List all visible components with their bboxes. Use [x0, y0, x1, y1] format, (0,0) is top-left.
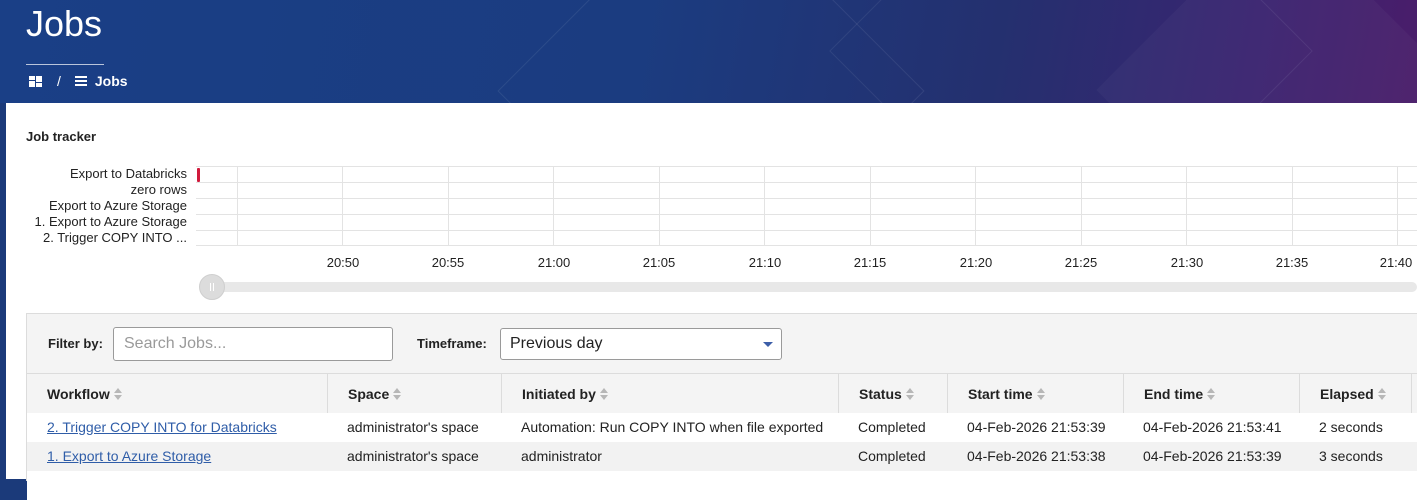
page-header: Jobs / Jobs: [0, 0, 1417, 103]
tracker-row-label: Export to Azure Storage: [48, 198, 187, 213]
column-header-status[interactable]: Status: [838, 374, 947, 414]
job-tracker-grid: [196, 166, 1417, 246]
sort-icon: [905, 387, 915, 401]
column-header-label: Initiated by: [522, 386, 596, 402]
column-header-workflow[interactable]: Workflow: [27, 374, 327, 414]
jobs-panel: Filter by: Timeframe: Previous day Workf…: [26, 313, 1417, 500]
start-time-cell: 04-Feb-2026 21:53:39: [967, 419, 1106, 435]
table-row[interactable]: 2. Trigger COPY INTO for Databricks admi…: [27, 413, 1417, 442]
sort-icon: [1036, 387, 1046, 401]
space-cell: administrator's space: [347, 419, 479, 435]
column-header-label: Elapsed: [1320, 386, 1374, 402]
workflow-link[interactable]: 2. Trigger COPY INTO for Databricks: [47, 419, 277, 435]
title-underline: [26, 64, 104, 65]
workflow-cell[interactable]: 1. Export to Azure Storage: [47, 442, 211, 471]
time-tick: 21:10: [748, 255, 782, 270]
table-row[interactable]: 1. Export to Azure Storage administrator…: [27, 442, 1417, 471]
column-header-end-time[interactable]: End time: [1123, 374, 1299, 414]
column-header-label: Status: [859, 386, 902, 402]
timeframe-label: Timeframe:: [417, 336, 487, 351]
space-cell: administrator's space: [347, 448, 479, 464]
table-row: [27, 471, 1417, 500]
time-tick: 21:00: [537, 255, 571, 270]
workflow-cell[interactable]: 2. Trigger COPY INTO for Databricks: [47, 413, 277, 442]
sort-icon: [1207, 387, 1216, 401]
chevron-down-icon: [763, 342, 773, 347]
start-time-cell: 04-Feb-2026 21:53:38: [967, 448, 1106, 464]
timeline-slider-track[interactable]: [202, 282, 1417, 292]
time-tick: 21:35: [1275, 255, 1309, 270]
time-tick: 21:05: [642, 255, 676, 270]
breadcrumb-separator: /: [57, 73, 61, 89]
time-tick: 20:50: [326, 255, 360, 270]
end-time-cell: 04-Feb-2026 21:53:39: [1143, 448, 1282, 464]
initiated-by-cell: Automation: Run COPY INTO when file expo…: [521, 419, 824, 435]
breadcrumb: / Jobs: [29, 73, 128, 89]
elapsed-cell: 3 seconds: [1319, 448, 1383, 464]
table-header: Workflow Space Initiated by Status Start…: [27, 373, 1417, 414]
search-jobs-input[interactable]: [113, 327, 393, 361]
timeframe-selected-value: Previous day: [510, 335, 603, 352]
breadcrumb-current: Jobs: [94, 73, 128, 89]
filter-label: Filter by:: [48, 336, 103, 351]
tracker-row-label: 1. Export to Azure Storage: [34, 214, 187, 229]
time-tick: 20:55: [431, 255, 465, 270]
time-tick: 21:20: [959, 255, 993, 270]
job-tracker-title: Job tracker: [26, 129, 97, 144]
sort-icon: [599, 387, 609, 401]
end-time-cell: 04-Feb-2026 21:53:41: [1143, 419, 1282, 435]
time-tick: 21:40: [1379, 255, 1413, 270]
column-header-label: End time: [1144, 386, 1204, 402]
column-header-initiated-by[interactable]: Initiated by: [501, 374, 838, 414]
column-header-label: Space: [348, 386, 390, 402]
time-tick: 21:30: [1170, 255, 1204, 270]
workflow-link[interactable]: 1. Export to Azure Storage: [47, 448, 211, 464]
status-cell: Completed: [858, 419, 926, 435]
timeline-slider-handle[interactable]: [199, 274, 225, 300]
column-header-elapsed[interactable]: Elapsed: [1299, 374, 1411, 414]
tracker-row-label: Export to Databricks: [69, 166, 187, 181]
timeframe-select[interactable]: Previous day: [500, 328, 782, 360]
column-header-space[interactable]: Space: [327, 374, 501, 414]
sort-icon: [1377, 387, 1387, 401]
column-header-label: Workflow: [47, 386, 110, 402]
page-title: Jobs: [26, 3, 103, 44]
tracker-row-label: 2. Trigger COPY INTO ...: [42, 230, 187, 245]
dashboard-icon[interactable]: [29, 74, 43, 88]
main-content: Job tracker Export to Databricks zero ro…: [6, 103, 1417, 500]
elapsed-cell: 2 seconds: [1319, 419, 1383, 435]
tracker-row-label: zero rows: [130, 182, 187, 197]
list-icon: [74, 76, 87, 86]
sort-icon: [113, 387, 123, 401]
column-header-extra: [1411, 374, 1417, 414]
time-tick: 21:15: [853, 255, 887, 270]
sort-icon: [393, 387, 402, 401]
job-bar[interactable]: [197, 168, 200, 182]
column-header-start-time[interactable]: Start time: [947, 374, 1123, 414]
initiated-by-cell: administrator: [521, 448, 602, 464]
status-cell: Completed: [858, 448, 926, 464]
column-header-label: Start time: [968, 386, 1033, 402]
time-tick: 21:25: [1064, 255, 1098, 270]
